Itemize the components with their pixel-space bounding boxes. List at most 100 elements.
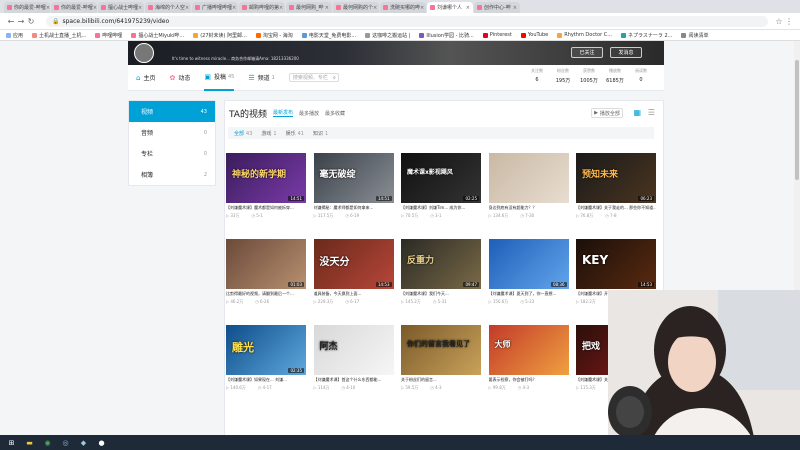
video-card[interactable]: 08:36 【刘谦魔术课】夏天到了，你一直想... ▷ 156.6万 ◷ 5-23 (488, 239, 569, 305)
tab-close-icon[interactable]: × (93, 5, 97, 11)
video-thumbnail[interactable]: 没天分 14:53 (313, 239, 394, 289)
video-title[interactable]: 比剪得最好的视频，请翻到最后一个... (226, 291, 306, 297)
sort-most-favorited[interactable]: 最多收藏 (325, 110, 345, 117)
video-thumbnail[interactable]: 预知未来 06:23 (576, 153, 656, 203)
nav-tab[interactable]: ☰ 频道 1 (248, 65, 274, 91)
browser-tab[interactable]: 海绵的个人空 × (145, 2, 191, 13)
video-thumbnail[interactable]: 大师 (488, 325, 569, 375)
video-title[interactable]: 关于粉丝们的留言... (401, 377, 481, 383)
video-title[interactable]: 【刘谦魔术课】如果现在... 刘谦... (226, 377, 306, 383)
video-title[interactable]: 【刘谦魔术课】关于我走的... 那些你不知道... (576, 205, 656, 211)
bookmark-item[interactable]: Illusion学园 - 比骑... (419, 32, 474, 39)
reload-icon[interactable]: ↻ (26, 17, 36, 26)
follow-button[interactable]: 已关注 (571, 47, 603, 58)
tab-close-icon[interactable]: × (325, 5, 329, 11)
browser-tab[interactable]: 你的最爱-哔哩 × (4, 2, 50, 13)
app-icon[interactable]: ◆ (78, 438, 89, 448)
video-title[interactable]: 【刘谦魔术课】首这个什么东西都能... (314, 377, 394, 383)
bookmark-item[interactable]: 应用 (6, 32, 23, 39)
video-thumbnail[interactable]: 魔术课x影视飓风 02:25 (401, 153, 481, 203)
tab-close-icon[interactable]: × (185, 5, 189, 11)
browser-tab[interactable]: 创作中心-哔 × (474, 2, 520, 13)
left-menu-item[interactable]: 相簿 2 (129, 164, 215, 185)
left-menu-item[interactable]: 视频 43 (129, 101, 215, 122)
bookmark-item[interactable]: 擅心战士Miyuki哔... (131, 32, 184, 39)
video-thumbnail[interactable]: 08:36 (488, 239, 569, 289)
bookmark-item[interactable]: 这咖啡之搬运站 | (365, 32, 410, 39)
video-card[interactable]: 01:03 比剪得最好的视频，请翻到最后一个... ▷ 46.2万 ◷ 6-26 (226, 239, 306, 305)
video-thumbnail[interactable] (488, 153, 569, 203)
video-thumbnail[interactable]: 毫无破绽 14:51 (313, 153, 394, 203)
video-card[interactable]: 你们的留言我看见了 关于粉丝们的留言... ▷ 59.5万 ◷ 4-3 (401, 325, 481, 391)
play-all-button[interactable]: ▶ 播放全部 (591, 108, 623, 118)
bookmark-item[interactable]: 阅读清单 (681, 32, 708, 39)
avatar[interactable] (134, 43, 154, 63)
video-card[interactable]: 雕光 02:35 【刘谦魔术课】如果现在... 刘谦... ▷ 140.6万 ◷ 4-1… (226, 325, 306, 391)
nav-tab[interactable]: ▣ 投稿 45 (204, 65, 235, 91)
list-view-icon[interactable]: ☰ (648, 108, 655, 117)
message-button[interactable]: 发消息 (610, 47, 642, 58)
browser-tab[interactable]: 你的最爱-哔哩 × (51, 2, 97, 13)
tab-close-icon[interactable]: × (232, 5, 236, 11)
forward-icon[interactable]: → (16, 17, 26, 26)
browser-tab[interactable]: 擅心战士哔哩 × (98, 2, 144, 13)
video-title[interactable]: 【刘谦魔术课】刘谦Tim... 成为你... (401, 205, 481, 211)
video-title[interactable]: 【刘谦魔术课】魔术都是如何被拆穿... (226, 205, 306, 211)
tab-close-icon[interactable]: × (279, 5, 283, 11)
video-card[interactable]: 身边到底有没有超能力？？ ▷ 134.6万 ◷ 7-30 (488, 153, 569, 219)
chrome-icon[interactable]: ◉ (42, 438, 53, 448)
category-filter[interactable]: 游戏 1 (261, 130, 276, 137)
star-icon[interactable]: ☆ (774, 17, 784, 26)
extension-icon[interactable]: ⋮ (784, 17, 794, 26)
bookmark-item[interactable]: Pinterest (482, 32, 512, 38)
video-title[interactable]: 要表示检察，你会被打吗？ (489, 377, 569, 383)
bookmark-item[interactable]: 土机战士直播_土机... (32, 32, 86, 39)
video-card[interactable]: 大师 要表示检察，你会被打吗？ ▷ 99.8万 ◷ 4-3 (488, 325, 569, 391)
video-thumbnail[interactable]: 反重力 09:47 (401, 239, 481, 289)
tab-close-icon[interactable]: × (138, 5, 142, 11)
video-thumbnail[interactable]: 阿杰 (313, 325, 394, 375)
video-card[interactable]: 毫无破绽 14:51 刘谦揭秘：魔术师都是如何拿来... ▷ 117.5万 ◷ 6-19 (313, 153, 394, 219)
browser-tab[interactable]: 洗碗买哪的哔 × (380, 2, 426, 13)
video-card[interactable]: 阿杰 【刘谦魔术课】首这个什么东西都能... ▷ 114万 ◷ 4-10 (313, 325, 394, 391)
url-field[interactable]: 🔒 space.bilibili.com/641975239/video (46, 15, 768, 27)
video-title[interactable]: 【刘谦魔术课】夏天到了，你一直想... (489, 291, 569, 297)
video-thumbnail[interactable]: 雕光 02:35 (226, 325, 306, 375)
bookmark-item[interactable]: 哔哩哔哩 (95, 32, 122, 39)
tab-close-icon[interactable]: × (466, 5, 470, 11)
bookmark-item[interactable]: ネプラスナーラ 2... (621, 32, 672, 39)
category-filter[interactable]: 全部 43 (234, 130, 252, 137)
windows-start-icon[interactable]: ⊞ (6, 438, 17, 448)
video-thumbnail[interactable]: 01:03 (226, 239, 306, 289)
video-thumbnail[interactable]: 神秘的新学期 14:51 (226, 153, 306, 203)
video-card[interactable]: 反重力 09:47 【刘谦魔术课】我们今天... ▷ 145.2万 ◷ 5-31 (401, 239, 481, 305)
tab-close-icon[interactable]: × (513, 5, 517, 11)
browser-tab[interactable]: 邮购哔哩的第 × (239, 2, 285, 13)
video-title[interactable]: 【刘谦魔术课】我们今天... (401, 291, 481, 297)
browser-tab[interactable]: 刘谦哪个人 × (427, 2, 473, 13)
video-title[interactable]: 刘谦揭秘：魔术师都是如何拿来... (314, 205, 394, 211)
steam-icon[interactable]: ◎ (60, 438, 71, 448)
nav-tab[interactable]: ✿ 动态 (169, 65, 190, 91)
back-icon[interactable]: ← (6, 17, 16, 26)
left-menu-item[interactable]: 音频 0 (129, 122, 215, 143)
video-title[interactable]: 身边到底有没有超能力？？ (489, 205, 569, 211)
bookmark-item[interactable]: YouTube (520, 32, 548, 38)
browser-tab[interactable]: 最何网购的个 × (333, 2, 379, 13)
search-input[interactable]: 搜索视频、专栏 ⌕ (288, 73, 339, 82)
tab-close-icon[interactable]: × (420, 5, 424, 11)
scrollbar-thumb[interactable] (795, 60, 799, 180)
search-icon[interactable]: ⌕ (333, 75, 336, 81)
nav-tab[interactable]: ⌂ 主页 (136, 65, 155, 91)
category-filter[interactable]: 知识 1 (313, 130, 328, 137)
sort-latest[interactable]: 最新发布 (272, 109, 293, 117)
video-card[interactable]: 没天分 14:53 道具装备，今天换到上面... ▷ 229.3万 ◷ 6-17 (313, 239, 394, 305)
browser-tab[interactable]: 最何网购_哔 × (286, 2, 332, 13)
file-explorer-icon[interactable]: ▬ (24, 438, 35, 448)
video-card[interactable]: 预知未来 06:23 【刘谦魔术课】关于我走的... 那些你不知道... ▷ 76.8… (576, 153, 656, 219)
sort-most-played[interactable]: 最多播放 (299, 110, 319, 117)
video-thumbnail[interactable]: 你们的留言我看见了 (401, 325, 481, 375)
tab-close-icon[interactable]: × (46, 5, 50, 11)
tab-close-icon[interactable]: × (373, 5, 377, 11)
video-card[interactable]: 神秘的新学期 14:51 【刘谦魔术课】魔术都是如何被拆穿... ▷ 33万 ◷ 5-1 (226, 153, 306, 219)
